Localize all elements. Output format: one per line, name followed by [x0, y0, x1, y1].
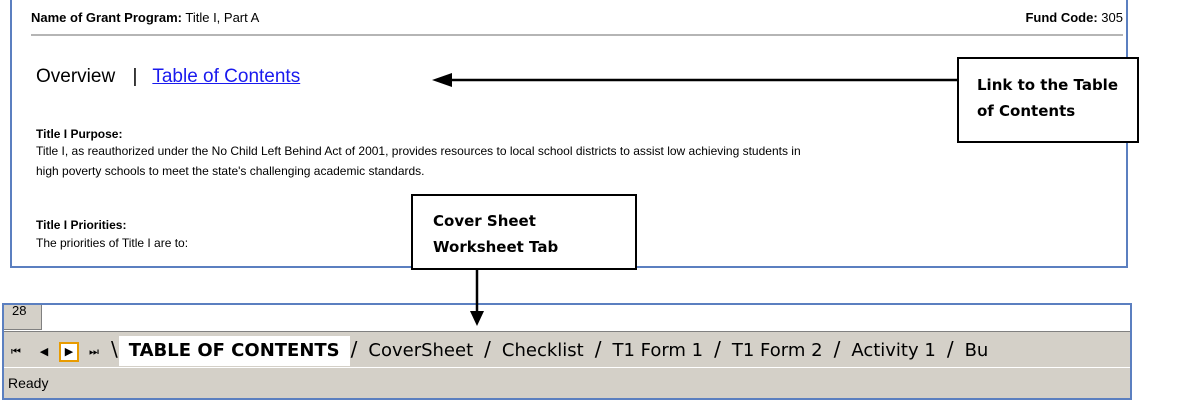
tab-divider: / [594, 337, 602, 361]
sheet-tabs: \ TABLE OF CONTENTS / CoverSheet / Checklist /… [110, 336, 998, 368]
tab-table-of-contents[interactable]: TABLE OF CONTENTS [118, 336, 350, 366]
status-bar: Ready [4, 367, 1130, 398]
tab-divider: / [714, 337, 721, 361]
purpose-text-line: high poverty schools to meet the state's… [36, 164, 425, 178]
next-sheet-icon[interactable]: ▶ [59, 342, 79, 362]
tab-coversheet[interactable]: CoverSheet [358, 336, 483, 366]
row-header[interactable]: 28 [4, 305, 42, 330]
last-sheet-icon[interactable]: ⏭ [84, 342, 104, 362]
tab-divider: / [350, 337, 358, 361]
tab-t1-form-2[interactable]: T1 Form 2 [722, 336, 833, 366]
callout-text: Cover Sheet [433, 212, 536, 230]
tab-t1-form-1[interactable]: T1 Form 1 [602, 336, 713, 366]
doc-nav: Overview | Table of Contents [36, 66, 300, 88]
grant-program: Name of Grant Program: Title I, Part A [31, 10, 259, 25]
fund-code: Fund Code: 305 [1025, 10, 1123, 25]
callout-toc-link: Link to the Table of Contents [957, 57, 1139, 143]
callout-text: of Contents [977, 102, 1076, 120]
nav-separator: | [132, 66, 138, 87]
tab-divider: / [833, 337, 841, 361]
worksheet-row-strip: 28 [4, 305, 1130, 331]
overview-label: Overview [36, 66, 116, 87]
priorities-text: The priorities of Title I are to: [36, 236, 189, 250]
purpose-text-line: Title I, as reauthorized under the No Ch… [36, 144, 801, 158]
tab-activity-1[interactable]: Activity 1 [841, 336, 946, 366]
priorities-title: Title I Priorities: [36, 218, 127, 232]
callout-text: Link to the Table [977, 76, 1118, 94]
callout-coversheet-tab: Cover Sheet Worksheet Tab [411, 194, 637, 270]
tab-budget[interactable]: Bu [955, 336, 999, 366]
fund-code-label: Fund Code: [1025, 10, 1098, 25]
grant-program-label: Name of Grant Program: [31, 10, 182, 25]
tab-checklist[interactable]: Checklist [492, 336, 594, 366]
doc-header: Name of Grant Program: Title I, Part A F… [31, 10, 1123, 36]
tab-divider: / [946, 337, 954, 361]
grant-program-value: Title I, Part A [185, 10, 260, 25]
fund-code-value: 305 [1101, 10, 1123, 25]
purpose-text: Title I, as reauthorized under the No Ch… [36, 141, 1126, 181]
tab-divider: \ [111, 337, 118, 361]
tab-divider: / [484, 337, 491, 361]
sheet-tab-bar: ⏮ ◀ ▶ ⏭ \ TABLE OF CONTENTS / CoverSheet / Ch… [4, 331, 1130, 367]
previous-sheet-icon[interactable]: ◀ [34, 342, 54, 362]
first-sheet-icon[interactable]: ⏮ [6, 342, 26, 362]
excel-window: 28 ⏮ ◀ ▶ ⏭ \ TABLE OF CONTENTS / CoverSheet… [2, 303, 1132, 400]
callout-text: Worksheet Tab [433, 238, 559, 256]
purpose-title: Title I Purpose: [36, 127, 123, 141]
table-of-contents-link[interactable]: Table of Contents [152, 66, 300, 87]
